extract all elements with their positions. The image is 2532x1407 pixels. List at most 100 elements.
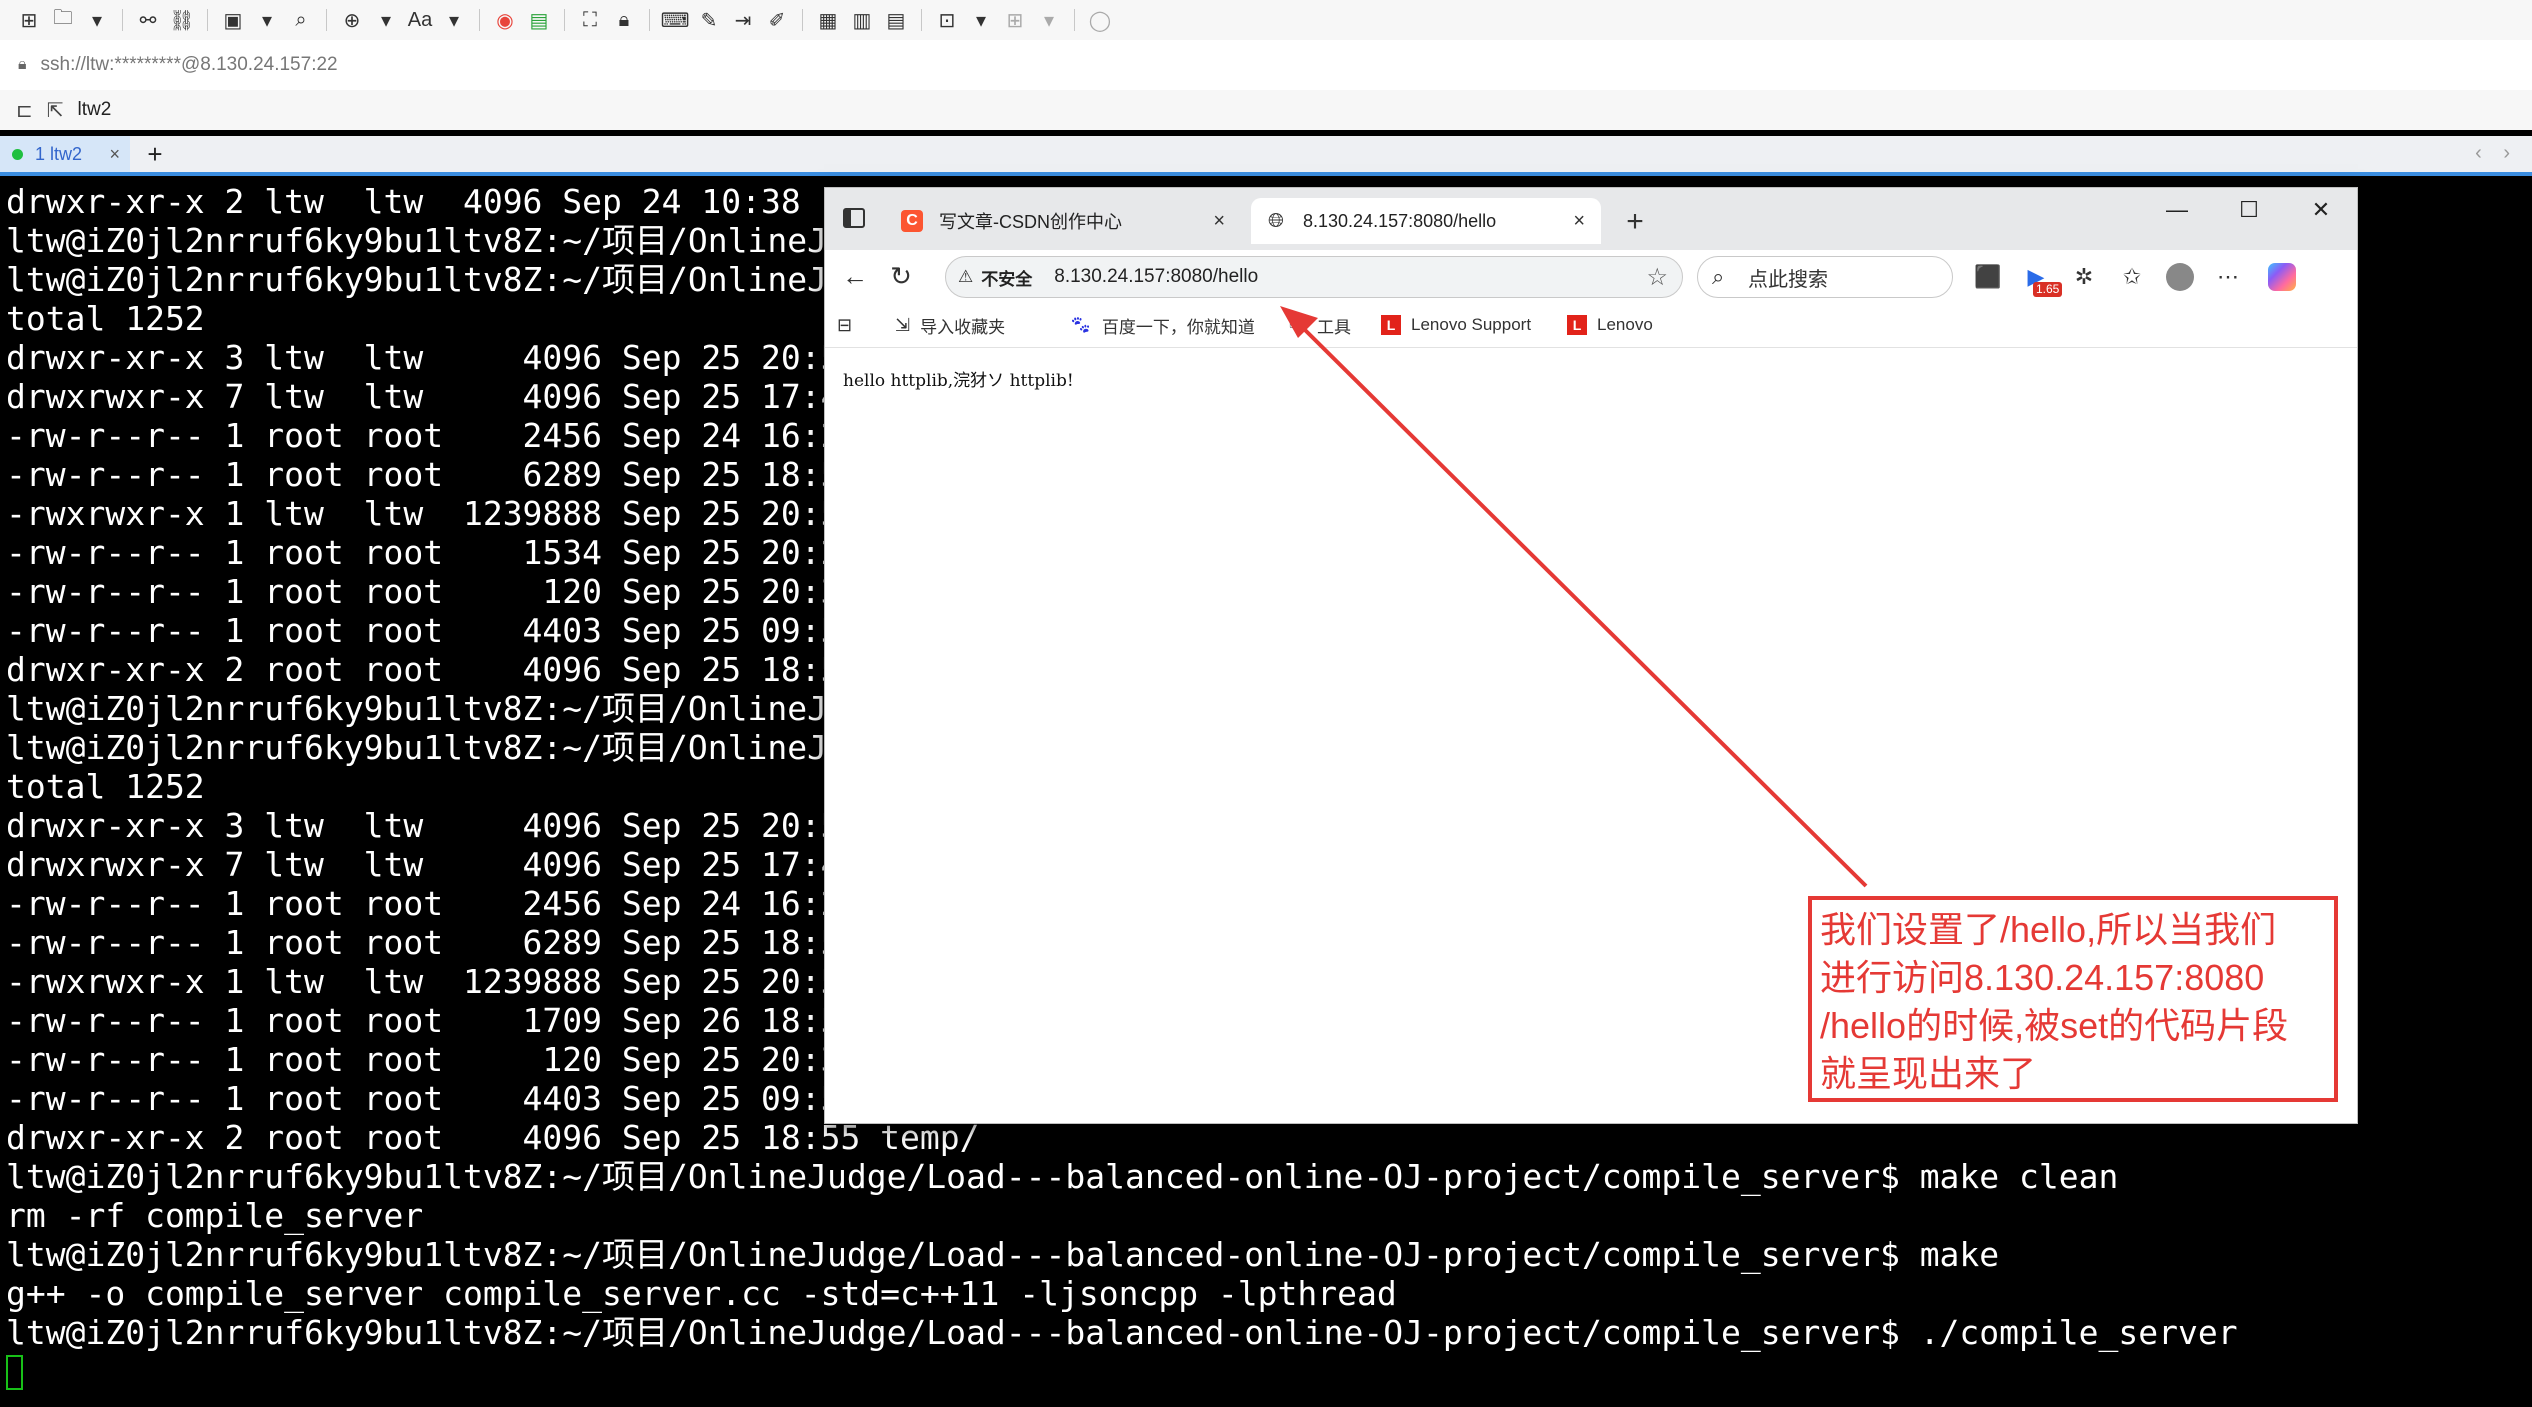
close-icon[interactable]: ×	[1213, 210, 1225, 233]
tab-nav-arrows[interactable]: ‹ ›	[2475, 142, 2518, 165]
chevron-down-icon[interactable]: ▾	[439, 5, 469, 35]
close-icon[interactable]: ×	[1573, 210, 1585, 233]
reconnect-icon[interactable]: ⚯	[133, 5, 163, 35]
layout-icon[interactable]: ▥	[847, 5, 877, 35]
terminal-line: -rwxrwxr-x 1 ltw ltw 1239888 Sep 25 20:5…	[6, 494, 881, 533]
session-manager-icon[interactable]: ⊏	[16, 98, 33, 123]
connected-status-icon	[12, 148, 23, 160]
compose-icon[interactable]: ✎	[694, 5, 724, 35]
bookmark-label: 百度一下，你就知道	[1101, 317, 1255, 337]
terminal-line: -rw-r--r-- 1 root root 2456 Sep 24 16:27	[6, 416, 881, 455]
terminal-line: total 1252	[6, 767, 205, 806]
xftp-icon[interactable]: ▤	[524, 5, 554, 35]
address-bar[interactable]: ⚠ 不安全 8.130.24.157:8080/hello ☆	[945, 256, 1683, 298]
bookmark-import[interactable]: ⇲ 导入收藏夹	[895, 312, 1005, 338]
bookmarks-menu-icon[interactable]: ⊟	[837, 312, 862, 338]
chevron-down-icon[interactable]: ▾	[82, 5, 112, 35]
media-extension-icon[interactable]: ▶ 1.65	[2019, 260, 2063, 297]
extensions-icon[interactable]: ✲	[2067, 260, 2101, 294]
bookmark-tools[interactable]: 🗀 工具	[1289, 312, 1351, 338]
copilot-icon[interactable]	[2265, 260, 2299, 294]
terminal-line: drwxr-xr-x 3 ltw ltw 4096 Sep 25 20:51	[6, 338, 881, 377]
terminal-line: drwxrwxr-x 7 ltw ltw 4096 Sep 25 17:49	[6, 377, 881, 416]
script-icon[interactable]: ✐	[762, 5, 792, 35]
search-placeholder: 点此搜索	[1748, 268, 1828, 291]
terminal-line: -rw-r--r-- 1 root root 1534 Sep 25 20:20	[6, 533, 881, 572]
layout-icon[interactable]: ▤	[881, 5, 911, 35]
chevron-down-icon[interactable]: ▾	[252, 5, 282, 35]
favorite-star-icon[interactable]: ☆	[1646, 263, 1668, 292]
add-tab-button[interactable]: +	[140, 138, 170, 170]
terminal-line: -rw-r--r-- 1 root root 4403 Sep 25 09:59	[6, 1079, 881, 1118]
globe-icon[interactable]: ⊕	[337, 5, 367, 35]
tab-hello[interactable]: 🌐︎ 8.130.24.157:8080/hello ×	[1251, 198, 1601, 244]
font-icon[interactable]: Aa	[405, 5, 435, 35]
new-tab-button[interactable]: +	[1615, 202, 1655, 242]
extension-badge: 1.65	[2033, 282, 2063, 297]
fullscreen-icon[interactable]: ⛶	[575, 5, 605, 35]
annotation-line: 我们设置了/hello,所以当我们	[1820, 909, 2277, 950]
toolbar-separator	[649, 9, 650, 31]
chevron-down-icon[interactable]: ▾	[966, 5, 996, 35]
session-name[interactable]: ltw2	[78, 99, 112, 121]
terminal-line: -rw-r--r-- 1 root root 120 Sep 25 20:33	[6, 1040, 881, 1079]
back-arrow-icon[interactable]: ←	[837, 258, 873, 294]
ssh-tab-ltw2[interactable]: 1 ltw2 ×	[0, 136, 130, 172]
tab-csdn[interactable]: C 写文章-CSDN创作中心 ×	[887, 198, 1241, 244]
ssh-tab-label: 1 ltw2	[35, 143, 83, 164]
terminal-line: drwxr-xr-x 2 root root 4096 Sep 25 18:55	[6, 650, 881, 689]
terminal-line: -rw-r--r-- 1 root root 120 Sep 25 20:33	[6, 572, 881, 611]
maximize-button[interactable]: ☐	[2213, 188, 2285, 232]
browser-toolbar: ← ↻ ⚠ 不安全 8.130.24.157:8080/hello ☆ ⌕ 点此…	[825, 250, 2357, 302]
ssh-tab-bar: 1 ltw2 × + ‹ ›	[0, 136, 2532, 176]
terminal-line: -rwxrwxr-x 1 ltw ltw 1239888 Sep 25 20:5…	[6, 962, 881, 1001]
baidu-icon: 🐾︎	[1069, 314, 1092, 335]
folder-icon: 🗀	[1289, 312, 1307, 332]
new-session-icon[interactable]: ⊞	[14, 5, 44, 35]
terminal-line: ltw@iZ0jl2nrruf6ky9bu1ltv8Z:~/项目/OnlineJ…	[6, 1235, 2000, 1274]
not-secure-label[interactable]: 不安全	[981, 265, 1032, 290]
ssh-address-bar[interactable]: 🔒︎ ssh://ltw:*********@8.130.24.157:22	[0, 40, 2532, 90]
minimize-button[interactable]: —	[2141, 188, 2213, 232]
toolbar-separator	[564, 9, 565, 31]
refresh-icon[interactable]: ↻	[883, 258, 919, 294]
sidebar-toggle-icon[interactable]	[843, 208, 865, 228]
open-session-icon[interactable]: ⇱	[47, 98, 64, 123]
terminal-line: -rw-r--r-- 1 root root 1709 Sep 26 18:52	[6, 1001, 881, 1040]
bookmark-baidu[interactable]: 🐾︎ 百度一下，你就知道	[1069, 312, 1255, 338]
bookmarks-bar: ⊟ ⇲ 导入收藏夹 🐾︎ 百度一下，你就知道 🗀 工具 L Lenovo Sup…	[825, 302, 2357, 348]
chevron-down-icon[interactable]: ▾	[1034, 5, 1064, 35]
split-icon[interactable]: ⊡	[932, 5, 962, 35]
keyboard-icon[interactable]: ⌨	[660, 5, 690, 35]
terminal-line: g++ -o compile_server compile_server.cc …	[6, 1274, 1397, 1313]
search-icon[interactable]: ⌕	[286, 5, 316, 35]
bookmark-lenovo-support[interactable]: L Lenovo Support	[1381, 312, 1531, 338]
annotation-line: 就呈现出来了	[1820, 1053, 2037, 1094]
url-text[interactable]: 8.130.24.157:8080/hello	[1054, 266, 1258, 288]
link-icon[interactable]: ⛓	[167, 5, 197, 35]
page-body-text: hello httplib,浣犲ソ httplib!	[843, 371, 1074, 391]
chevron-down-icon[interactable]: ▾	[371, 5, 401, 35]
lock-icon[interactable]: 🔒︎	[609, 5, 639, 35]
more-menu-icon[interactable]: ⋯	[2211, 260, 2245, 294]
transfer-icon[interactable]: ⇥	[728, 5, 758, 35]
close-window-button[interactable]: ✕	[2285, 188, 2357, 232]
xshell-icon[interactable]: ◉	[490, 5, 520, 35]
close-icon[interactable]: ×	[109, 144, 120, 165]
bookmark-label: Lenovo	[1597, 315, 1653, 334]
game-extension-icon[interactable]: ⬛	[1971, 260, 2005, 294]
terminal-line: total 1252	[6, 299, 205, 338]
new-window-icon[interactable]: ▣	[218, 5, 248, 35]
open-folder-icon[interactable]: 🗀	[48, 5, 78, 35]
window-controls: — ☐ ✕	[2141, 188, 2357, 232]
bookmark-lenovo[interactable]: L Lenovo	[1567, 312, 1653, 338]
tab-title: 8.130.24.157:8080/hello	[1303, 210, 1497, 231]
toolbar-separator	[479, 9, 480, 31]
log-icon[interactable]: ▦	[813, 5, 843, 35]
grid-icon[interactable]: ⊞	[1000, 5, 1030, 35]
search-box[interactable]: ⌕ 点此搜索	[1697, 256, 1953, 298]
chat-icon[interactable]: ◯	[1085, 5, 1115, 35]
favorites-icon[interactable]: ✩	[2115, 260, 2149, 294]
import-icon: ⇲	[895, 314, 911, 335]
profile-avatar[interactable]	[2163, 260, 2197, 294]
